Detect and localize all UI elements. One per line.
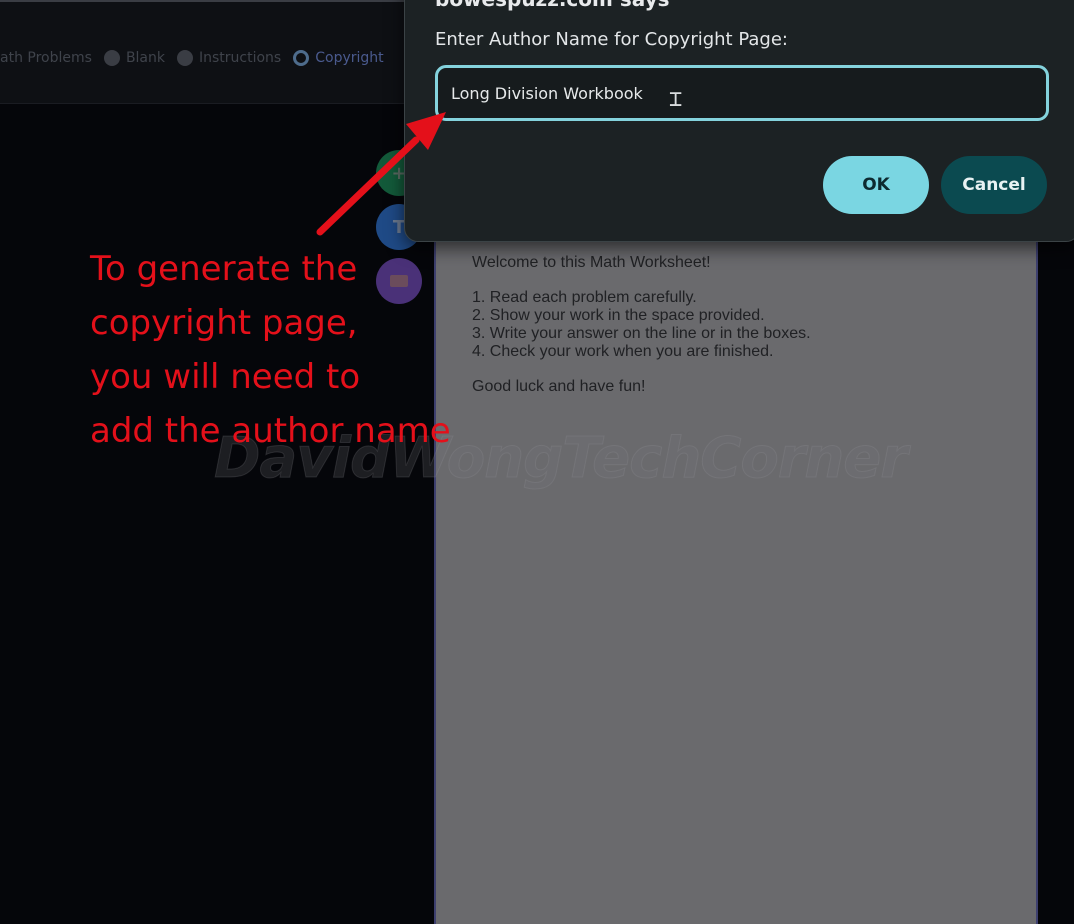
radio-instructions-dot[interactable] [177, 50, 193, 66]
welcome-line: Welcome to this Math Worksheet! [472, 254, 711, 271]
radio-blank[interactable]: Blank [103, 50, 165, 66]
step-2: 2. Show your work in the space provided. [472, 307, 765, 324]
step-4: 4. Check your work when you are finished… [472, 343, 774, 360]
closing-line: Good luck and have fun! [472, 378, 646, 395]
radio-label-math-problems: ath Problems [0, 50, 92, 66]
radio-copyright-dot[interactable] [293, 50, 310, 66]
page-type-radio-group: ath Problems Blank Instructions Copyrigh… [0, 48, 396, 68]
ok-button[interactable]: OK [823, 156, 929, 214]
radio-blank-dot[interactable] [103, 50, 120, 66]
step-3: 3. Write your answer on the line or in t… [472, 325, 811, 342]
radio-instructions[interactable]: Instructions [177, 50, 281, 66]
prompt-dialog: bowespuzz.com says Enter Author Name for… [404, 0, 1074, 242]
annotation-line-2: copyright page, [90, 303, 358, 343]
annotation-line-1: To generate the [90, 249, 358, 289]
author-name-input[interactable] [435, 65, 1049, 121]
dialog-message: Enter Author Name for Copyright Page: [435, 29, 788, 50]
annotation-line-4: add the author name [90, 411, 451, 451]
annotation-text: To generate the copyright page, you will… [90, 242, 490, 458]
step-1: 1. Read each problem carefully. [472, 289, 697, 306]
radio-label-instructions: Instructions [199, 50, 282, 66]
dialog-origin: bowespuzz.com says [435, 0, 670, 11]
radio-copyright[interactable]: Copyright [293, 50, 384, 66]
cancel-button[interactable]: Cancel [941, 156, 1047, 214]
radio-math-problems[interactable]: ath Problems [0, 50, 92, 66]
radio-label-copyright: Copyright [315, 50, 384, 66]
radio-label-blank: Blank [125, 50, 165, 66]
instructions-text: Welcome to this Math Worksheet! 1. Read … [472, 254, 1012, 396]
worksheet-page-preview: Welcome to this Math Worksheet! 1. Read … [434, 236, 1038, 924]
annotation-line-3: you will need to [90, 357, 361, 397]
text-cursor-icon: ⌶ [669, 87, 683, 112]
